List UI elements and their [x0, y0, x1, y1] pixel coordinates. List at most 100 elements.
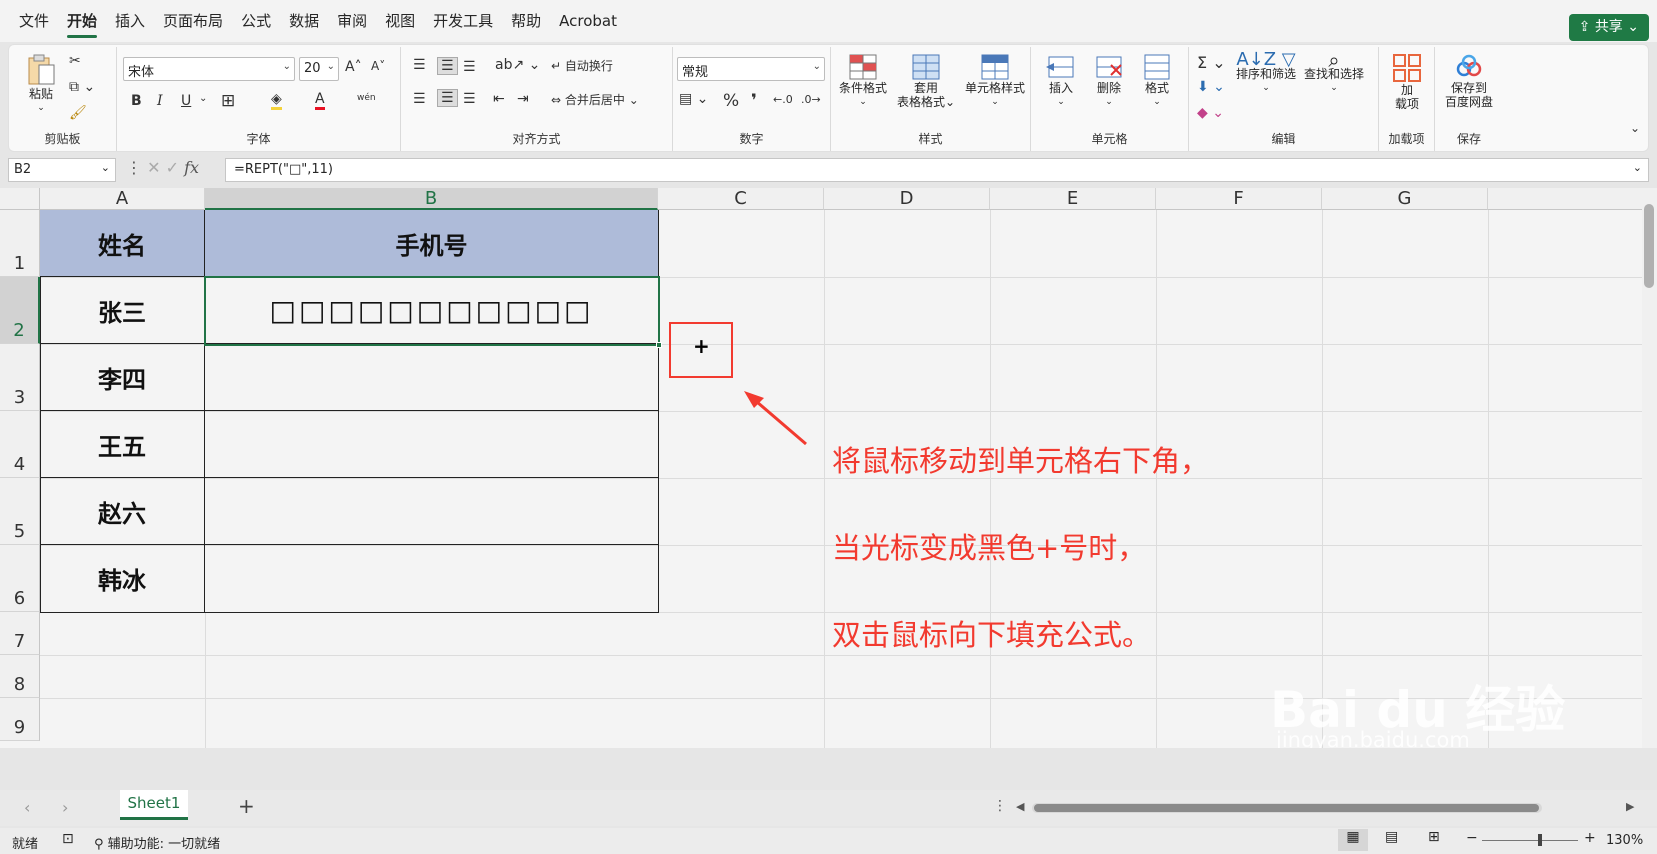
cell-styles-button[interactable]: 单元格样式 ⌄ — [961, 53, 1029, 109]
horizontal-scrollbar[interactable] — [1032, 803, 1542, 813]
column-header-c[interactable]: C — [658, 188, 824, 210]
table-format-button[interactable]: 套用 表格格式⌄ — [893, 53, 959, 109]
vertical-scrollbar[interactable] — [1642, 188, 1657, 748]
scrollbar-thumb[interactable] — [1034, 804, 1539, 812]
number-format-select[interactable]: 常规 ⌄ — [677, 57, 825, 81]
cancel-icon[interactable]: ✕ — [147, 158, 166, 177]
add-sheet-button[interactable]: + — [238, 794, 255, 818]
orientation-icon[interactable]: ab↗ ⌄ — [495, 57, 540, 73]
menu-page-layout[interactable]: 页面布局 — [154, 0, 232, 42]
formula-input[interactable]: =REPT("□",11) ⌄ — [225, 158, 1649, 182]
menu-help[interactable]: 帮助 — [502, 0, 550, 42]
insert-function-button[interactable]: fx — [184, 158, 199, 177]
menu-view[interactable]: 视图 — [376, 0, 424, 42]
worksheet-grid[interactable]: A B C D E F G 1 2 3 4 5 6 7 8 9 姓名 手机号 张… — [0, 188, 1642, 748]
clear-icon[interactable]: ◆ ⌄ — [1197, 105, 1224, 121]
menu-developer[interactable]: 开发工具 — [424, 0, 502, 42]
column-header-f[interactable]: F — [1156, 188, 1322, 210]
row-header-4[interactable]: 4 — [0, 411, 40, 478]
autosum-icon[interactable]: Σ ⌄ — [1197, 53, 1226, 72]
cell-b4[interactable] — [205, 411, 658, 478]
scroll-left-icon[interactable]: ◀ — [1016, 800, 1024, 813]
zoom-slider-thumb[interactable] — [1538, 834, 1542, 846]
underline-button[interactable]: U — [181, 93, 191, 109]
find-select-button[interactable]: ⌕ 查找和选择 ⌄ — [1301, 50, 1367, 95]
select-all-corner[interactable] — [0, 188, 40, 210]
row-header-2[interactable]: 2 — [0, 277, 40, 344]
column-header-a[interactable]: A — [40, 188, 205, 210]
name-box[interactable]: B2 ⌄ — [8, 158, 116, 182]
italic-button[interactable]: I — [157, 93, 163, 109]
fill-icon[interactable]: ⬇ ⌄ — [1197, 79, 1225, 95]
cell-b6[interactable] — [205, 545, 658, 612]
font-size-select[interactable]: 20 ⌄ — [299, 57, 339, 81]
cell-a5[interactable]: 赵六 — [40, 478, 205, 545]
align-right-icon[interactable]: ☰ — [463, 91, 476, 107]
cell-a3[interactable]: 李四 — [40, 344, 205, 411]
cell-b1[interactable]: 手机号 — [205, 210, 658, 277]
align-middle-icon[interactable]: ☰ — [437, 57, 458, 75]
decrease-decimal-icon[interactable]: .0→ — [801, 93, 821, 106]
row-header-1[interactable]: 1 — [0, 210, 40, 277]
menu-data[interactable]: 数据 — [280, 0, 328, 42]
font-color-icon[interactable]: A — [315, 91, 325, 110]
row-header-5[interactable]: 5 — [0, 478, 40, 545]
chevron-down-icon[interactable]: ⌄ — [199, 93, 207, 104]
menu-formulas[interactable]: 公式 — [232, 0, 280, 42]
cell-b3[interactable] — [205, 344, 658, 411]
menu-review[interactable]: 审阅 — [328, 0, 376, 42]
delete-cells-button[interactable]: 删除 ⌄ — [1087, 53, 1131, 109]
insert-cells-button[interactable]: 插入 ⌄ — [1039, 53, 1083, 109]
page-break-view-icon[interactable]: ⊞ — [1428, 829, 1440, 845]
menu-home[interactable]: 开始 — [58, 0, 106, 42]
scrollbar-thumb[interactable] — [1644, 204, 1654, 288]
sort-filter-button[interactable]: A↓Z ▽ 排序和筛选 ⌄ — [1233, 51, 1299, 95]
zoom-out-icon[interactable]: − — [1466, 830, 1478, 846]
collapse-ribbon-icon[interactable]: ⌄ — [1630, 121, 1640, 135]
cell-b5[interactable] — [205, 478, 658, 545]
row-header-6[interactable]: 6 — [0, 545, 40, 612]
column-header-e[interactable]: E — [990, 188, 1156, 210]
increase-font-icon[interactable]: A˄ — [345, 59, 362, 75]
align-top-icon[interactable]: ☰ — [413, 57, 426, 73]
border-icon[interactable]: ⊞ — [221, 91, 235, 111]
font-name-select[interactable]: 宋体 ⌄ — [123, 57, 295, 81]
align-left-icon[interactable]: ☰ — [413, 91, 426, 107]
format-painter-icon[interactable]: 🖌 — [69, 105, 87, 121]
wrap-text-button[interactable]: ↵ 自动换行 — [551, 57, 613, 74]
row-header-3[interactable]: 3 — [0, 344, 40, 411]
scroll-right-icon[interactable]: ▶ — [1626, 800, 1634, 813]
next-sheet-icon[interactable]: › — [62, 798, 68, 817]
zoom-level[interactable]: 130% — [1606, 833, 1643, 848]
conditional-format-button[interactable]: 条件格式 ⌄ — [835, 53, 891, 109]
cell-a4[interactable]: 王五 — [40, 411, 205, 478]
cell-a1[interactable]: 姓名 — [40, 210, 205, 277]
merge-center-button[interactable]: ⇔ 合并后居中 ⌄ — [551, 91, 639, 108]
prev-sheet-icon[interactable]: ‹ — [24, 798, 30, 817]
row-header-9[interactable]: 9 — [0, 698, 40, 741]
column-header-g[interactable]: G — [1322, 188, 1488, 210]
fill-handle[interactable] — [656, 342, 662, 348]
cell-a6[interactable]: 韩冰 — [40, 545, 205, 612]
decrease-font-icon[interactable]: A˅ — [371, 59, 385, 73]
increase-indent-icon[interactable]: ⇥ — [517, 91, 529, 107]
zoom-in-icon[interactable]: + — [1584, 830, 1596, 846]
bold-button[interactable]: B — [131, 93, 142, 109]
cut-icon[interactable]: ✂ — [69, 53, 81, 69]
cell-a2[interactable]: 张三 — [40, 277, 205, 344]
row-header-8[interactable]: 8 — [0, 655, 40, 698]
menu-acrobat[interactable]: Acrobat — [550, 0, 626, 42]
share-button[interactable]: ⇪ 共享 ⌄ — [1568, 14, 1649, 41]
phonetic-icon[interactable]: wén — [357, 93, 376, 103]
row-header-7[interactable]: 7 — [0, 612, 40, 655]
fill-color-icon[interactable]: ◈ — [271, 91, 282, 110]
increase-decimal-icon[interactable]: ←.0 — [773, 93, 793, 106]
decrease-indent-icon[interactable]: ⇤ — [493, 91, 505, 107]
copy-icon[interactable]: ⧉ ⌄ — [69, 79, 95, 95]
format-cells-button[interactable]: 格式 ⌄ — [1135, 53, 1179, 109]
page-layout-view-icon[interactable]: ▤ — [1385, 829, 1398, 845]
macro-record-icon[interactable]: ⊡ — [62, 831, 74, 847]
sheet-tab-sheet1[interactable]: Sheet1 — [120, 790, 188, 820]
accessibility-status[interactable]: ⚲ 辅助功能: 一切就绪 — [94, 833, 220, 852]
column-header-d[interactable]: D — [824, 188, 990, 210]
